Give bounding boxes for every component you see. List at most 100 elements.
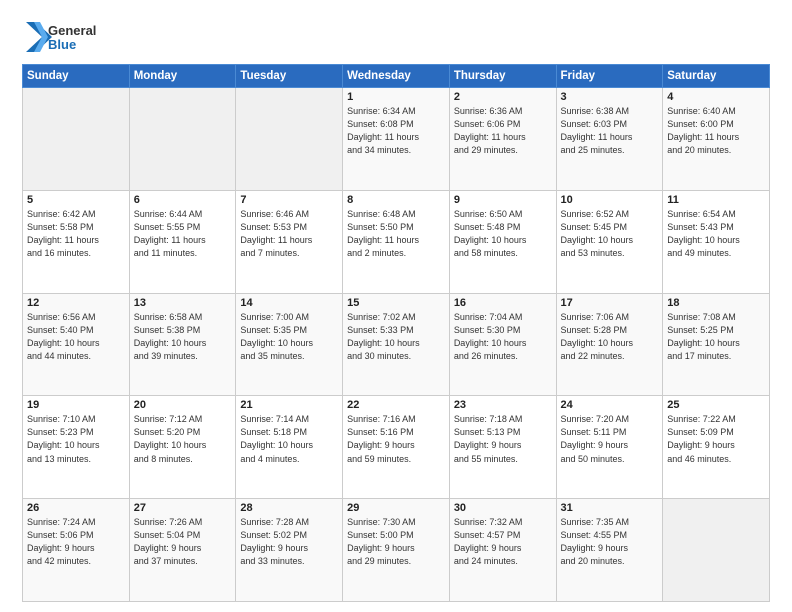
- day-number: 11: [667, 194, 765, 206]
- day-number: 26: [27, 502, 125, 514]
- day-of-week-header: Thursday: [449, 65, 556, 88]
- calendar-cell: 20 Sunrise: 7:12 AM Sunset: 5:20 PM Dayli…: [129, 396, 236, 499]
- day-info: Sunrise: 7:10 AM Sunset: 5:23 PM Dayligh…: [27, 413, 125, 465]
- day-number: 1: [347, 91, 445, 103]
- calendar-cell: [663, 499, 770, 602]
- day-number: 24: [561, 399, 659, 411]
- day-number: 14: [240, 297, 338, 309]
- day-number: 13: [134, 297, 232, 309]
- calendar-cell: 11 Sunrise: 6:54 AM Sunset: 5:43 PM Dayli…: [663, 190, 770, 293]
- calendar: SundayMondayTuesdayWednesdayThursdayFrid…: [22, 64, 770, 602]
- calendar-cell: 5 Sunrise: 6:42 AM Sunset: 5:58 PM Daylig…: [23, 190, 130, 293]
- calendar-week-row: 5 Sunrise: 6:42 AM Sunset: 5:58 PM Daylig…: [23, 190, 770, 293]
- calendar-cell: 1 Sunrise: 6:34 AM Sunset: 6:08 PM Daylig…: [343, 88, 450, 191]
- day-info: Sunrise: 7:28 AM Sunset: 5:02 PM Dayligh…: [240, 516, 338, 568]
- day-number: 2: [454, 91, 552, 103]
- calendar-cell: 24 Sunrise: 7:20 AM Sunset: 5:11 PM Dayli…: [556, 396, 663, 499]
- calendar-cell: 4 Sunrise: 6:40 AM Sunset: 6:00 PM Daylig…: [663, 88, 770, 191]
- day-number: 19: [27, 399, 125, 411]
- day-of-week-header: Sunday: [23, 65, 130, 88]
- logo-svg: General Blue: [22, 18, 112, 56]
- header: General Blue: [22, 18, 770, 56]
- day-info: Sunrise: 7:24 AM Sunset: 5:06 PM Dayligh…: [27, 516, 125, 568]
- day-number: 28: [240, 502, 338, 514]
- day-info: Sunrise: 6:34 AM Sunset: 6:08 PM Dayligh…: [347, 105, 445, 157]
- calendar-cell: 16Sunrise: 7:04 AM Sunset: 5:30 PM Dayli…: [449, 293, 556, 396]
- day-info: Sunrise: 7:20 AM Sunset: 5:11 PM Dayligh…: [561, 413, 659, 465]
- day-info: Sunrise: 6:44 AM Sunset: 5:55 PM Dayligh…: [134, 208, 232, 260]
- calendar-cell: 7 Sunrise: 6:46 AM Sunset: 5:53 PM Daylig…: [236, 190, 343, 293]
- day-of-week-header: Friday: [556, 65, 663, 88]
- calendar-cell: 28 Sunrise: 7:28 AM Sunset: 5:02 PM Dayli…: [236, 499, 343, 602]
- calendar-cell: 14 Sunrise: 7:00 AM Sunset: 5:35 PM Dayli…: [236, 293, 343, 396]
- day-info: Sunrise: 6:56 AM Sunset: 5:40 PM Dayligh…: [27, 311, 125, 363]
- calendar-cell: 17Sunrise: 7:06 AM Sunset: 5:28 PM Dayli…: [556, 293, 663, 396]
- calendar-cell: 15 Sunrise: 7:02 AM Sunset: 5:33 PM Dayli…: [343, 293, 450, 396]
- day-number: 27: [134, 502, 232, 514]
- day-of-week-header: Monday: [129, 65, 236, 88]
- svg-text:General: General: [48, 23, 96, 38]
- day-number: 5: [27, 194, 125, 206]
- day-number: 7: [240, 194, 338, 206]
- day-info: Sunrise: 7:12 AM Sunset: 5:20 PM Dayligh…: [134, 413, 232, 465]
- calendar-cell: 27 Sunrise: 7:26 AM Sunset: 5:04 PM Dayli…: [129, 499, 236, 602]
- day-info: Sunrise: 6:50 AM Sunset: 5:48 PM Dayligh…: [454, 208, 552, 260]
- day-info: Sunrise: 7:02 AM Sunset: 5:33 PM Dayligh…: [347, 311, 445, 363]
- page: General Blue SundayMondayTuesdayWednesda…: [0, 0, 792, 612]
- calendar-cell: 22 Sunrise: 7:16 AM Sunset: 5:16 PM Dayli…: [343, 396, 450, 499]
- day-info: Sunrise: 7:16 AM Sunset: 5:16 PM Dayligh…: [347, 413, 445, 465]
- day-number: 18: [667, 297, 765, 309]
- day-number: 15: [347, 297, 445, 309]
- day-of-week-header: Tuesday: [236, 65, 343, 88]
- calendar-cell: 31Sunrise: 7:35 AM Sunset: 4:55 PM Dayli…: [556, 499, 663, 602]
- day-number: 21: [240, 399, 338, 411]
- calendar-header-row: SundayMondayTuesdayWednesdayThursdayFrid…: [23, 65, 770, 88]
- day-info: Sunrise: 6:48 AM Sunset: 5:50 PM Dayligh…: [347, 208, 445, 260]
- day-info: Sunrise: 7:30 AM Sunset: 5:00 PM Dayligh…: [347, 516, 445, 568]
- day-info: Sunrise: 6:40 AM Sunset: 6:00 PM Dayligh…: [667, 105, 765, 157]
- day-info: Sunrise: 6:54 AM Sunset: 5:43 PM Dayligh…: [667, 208, 765, 260]
- svg-text:Blue: Blue: [48, 37, 76, 52]
- logo: General Blue: [22, 18, 112, 56]
- day-number: 25: [667, 399, 765, 411]
- calendar-cell: 25Sunrise: 7:22 AM Sunset: 5:09 PM Dayli…: [663, 396, 770, 499]
- day-info: Sunrise: 7:14 AM Sunset: 5:18 PM Dayligh…: [240, 413, 338, 465]
- calendar-cell: 19 Sunrise: 7:10 AM Sunset: 5:23 PM Dayli…: [23, 396, 130, 499]
- day-number: 22: [347, 399, 445, 411]
- day-info: Sunrise: 6:46 AM Sunset: 5:53 PM Dayligh…: [240, 208, 338, 260]
- day-info: Sunrise: 6:58 AM Sunset: 5:38 PM Dayligh…: [134, 311, 232, 363]
- day-number: 4: [667, 91, 765, 103]
- calendar-cell: 26 Sunrise: 7:24 AM Sunset: 5:06 PM Dayli…: [23, 499, 130, 602]
- day-info: Sunrise: 6:36 AM Sunset: 6:06 PM Dayligh…: [454, 105, 552, 157]
- day-number: 10: [561, 194, 659, 206]
- day-number: 3: [561, 91, 659, 103]
- day-info: Sunrise: 6:52 AM Sunset: 5:45 PM Dayligh…: [561, 208, 659, 260]
- calendar-cell: 12 Sunrise: 6:56 AM Sunset: 5:40 PM Dayli…: [23, 293, 130, 396]
- calendar-cell: [23, 88, 130, 191]
- calendar-cell: 8 Sunrise: 6:48 AM Sunset: 5:50 PM Daylig…: [343, 190, 450, 293]
- day-number: 17: [561, 297, 659, 309]
- calendar-week-row: 19 Sunrise: 7:10 AM Sunset: 5:23 PM Dayli…: [23, 396, 770, 499]
- calendar-week-row: 1 Sunrise: 6:34 AM Sunset: 6:08 PM Daylig…: [23, 88, 770, 191]
- day-info: Sunrise: 7:00 AM Sunset: 5:35 PM Dayligh…: [240, 311, 338, 363]
- calendar-cell: [129, 88, 236, 191]
- calendar-cell: 6 Sunrise: 6:44 AM Sunset: 5:55 PM Daylig…: [129, 190, 236, 293]
- day-number: 8: [347, 194, 445, 206]
- day-number: 20: [134, 399, 232, 411]
- day-number: 12: [27, 297, 125, 309]
- day-info: Sunrise: 7:26 AM Sunset: 5:04 PM Dayligh…: [134, 516, 232, 568]
- day-info: Sunrise: 7:35 AM Sunset: 4:55 PM Dayligh…: [561, 516, 659, 568]
- day-info: Sunrise: 7:32 AM Sunset: 4:57 PM Dayligh…: [454, 516, 552, 568]
- calendar-cell: 30 Sunrise: 7:32 AM Sunset: 4:57 PM Dayli…: [449, 499, 556, 602]
- calendar-cell: 10 Sunrise: 6:52 AM Sunset: 5:45 PM Dayli…: [556, 190, 663, 293]
- calendar-cell: 2 Sunrise: 6:36 AM Sunset: 6:06 PM Daylig…: [449, 88, 556, 191]
- calendar-cell: 18Sunrise: 7:08 AM Sunset: 5:25 PM Dayli…: [663, 293, 770, 396]
- calendar-week-row: 26 Sunrise: 7:24 AM Sunset: 5:06 PM Dayli…: [23, 499, 770, 602]
- calendar-cell: 3 Sunrise: 6:38 AM Sunset: 6:03 PM Daylig…: [556, 88, 663, 191]
- day-number: 9: [454, 194, 552, 206]
- day-info: Sunrise: 7:18 AM Sunset: 5:13 PM Dayligh…: [454, 413, 552, 465]
- day-info: Sunrise: 6:38 AM Sunset: 6:03 PM Dayligh…: [561, 105, 659, 157]
- day-number: 30: [454, 502, 552, 514]
- day-number: 6: [134, 194, 232, 206]
- day-info: Sunrise: 6:42 AM Sunset: 5:58 PM Dayligh…: [27, 208, 125, 260]
